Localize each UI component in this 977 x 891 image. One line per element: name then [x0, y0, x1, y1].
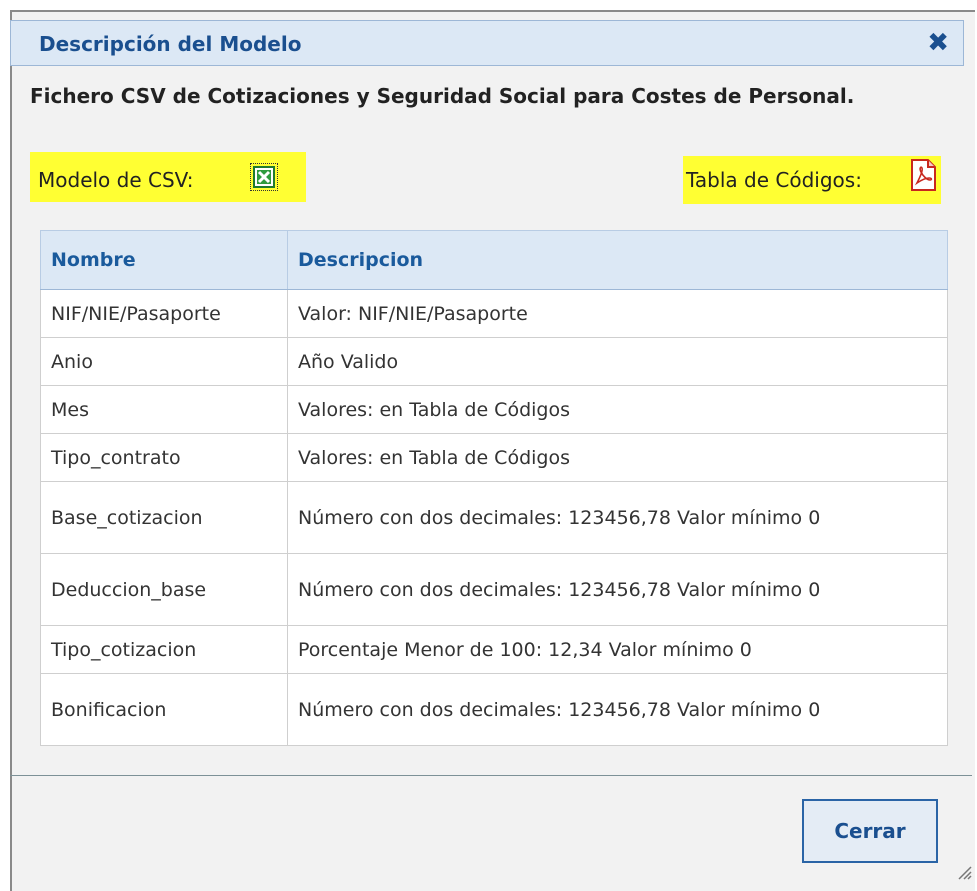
cell-description: Valor: NIF/NIE/Pasaporte — [287, 289, 948, 338]
dialog-titlebar: Descripción del Modelo ✖ — [10, 20, 964, 66]
close-x-icon[interactable]: ✖ — [927, 26, 949, 60]
table-row: Base_cotizacion Número con dos decimales… — [40, 481, 948, 554]
cell-name: Tipo_cotizacion — [40, 625, 288, 674]
resize-grip-icon[interactable] — [954, 862, 972, 880]
cell-name: NIF/NIE/Pasaporte — [40, 289, 288, 338]
cell-description: Porcentaje Menor de 100: 12,34 Valor mín… — [287, 625, 948, 674]
cell-description: Valores: en Tabla de Códigos — [287, 385, 948, 434]
column-header-name: Nombre — [40, 230, 288, 290]
column-header-description: Descripcion — [287, 230, 948, 290]
table-row: Anio Año Valido — [40, 337, 948, 386]
cell-name: Bonificacion — [40, 673, 288, 746]
cell-name: Deduccion_base — [40, 553, 288, 626]
cell-description: Número con dos decimales: 123456,78 Valo… — [287, 481, 948, 554]
excel-file-icon-graphic — [253, 166, 275, 188]
cell-description: Valores: en Tabla de Códigos — [287, 433, 948, 482]
table-row: NIF/NIE/Pasaporte Valor: NIF/NIE/Pasapor… — [40, 289, 948, 338]
pdf-file-icon[interactable] — [909, 159, 937, 191]
table-row: Tipo_contrato Valores: en Tabla de Códig… — [40, 433, 948, 482]
csv-model-label: Modelo de CSV: — [38, 168, 194, 192]
table-header-row: Nombre Descripcion — [40, 230, 948, 290]
footer-separator — [10, 775, 972, 776]
cell-name: Anio — [40, 337, 288, 386]
cell-name: Tipo_contrato — [40, 433, 288, 482]
model-description: Fichero CSV de Cotizaciones y Seguridad … — [30, 84, 855, 108]
table-row: Tipo_cotizacion Porcentaje Menor de 100:… — [40, 625, 948, 674]
close-button[interactable]: Cerrar — [802, 799, 938, 863]
cell-name: Mes — [40, 385, 288, 434]
dialog-title: Descripción del Modelo — [39, 32, 302, 56]
table-row: Bonificacion Número con dos decimales: 1… — [40, 673, 948, 746]
fields-table: Nombre Descripcion NIF/NIE/Pasaporte Val… — [40, 230, 948, 746]
cell-description: Número con dos decimales: 123456,78 Valo… — [287, 673, 948, 746]
cell-name: Base_cotizacion — [40, 481, 288, 554]
excel-file-icon[interactable] — [250, 163, 278, 191]
codes-table-label: Tabla de Códigos: — [686, 168, 862, 192]
cell-description: Año Valido — [287, 337, 948, 386]
table-row: Mes Valores: en Tabla de Códigos — [40, 385, 948, 434]
pdf-file-icon-graphic — [911, 159, 936, 191]
cell-description: Número con dos decimales: 123456,78 Valo… — [287, 553, 948, 626]
table-row: Deduccion_base Número con dos decimales:… — [40, 553, 948, 626]
